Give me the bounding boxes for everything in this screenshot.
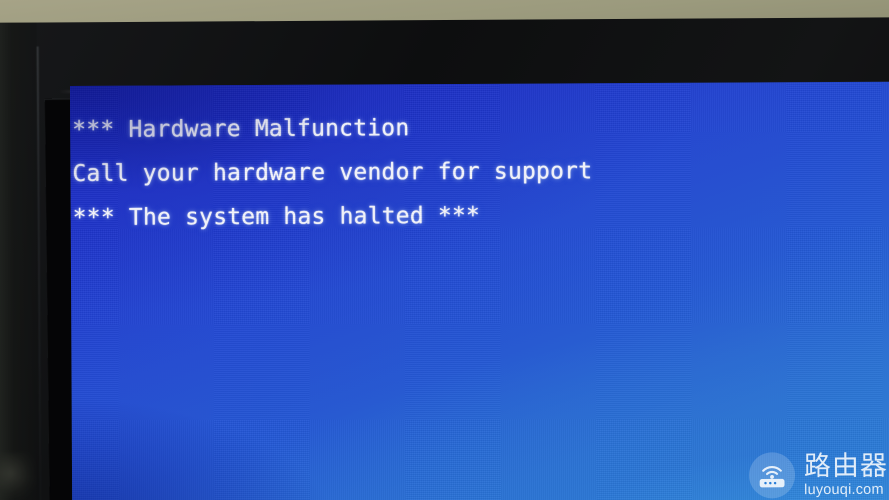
watermark-text: 路由器 luyouqi.com xyxy=(803,450,889,498)
watermark-url: luyouqi.com xyxy=(804,481,884,498)
lcd-screen: *** Hardware Malfunction Call your hardw… xyxy=(70,81,889,500)
photo-of-monitor-screen: *** Hardware Malfunction Call your hardw… xyxy=(0,0,889,500)
bezel-left-shading xyxy=(0,22,40,500)
bezel-scuff-mark xyxy=(0,452,36,499)
site-watermark: 路由器 luyouqi.com xyxy=(748,450,889,499)
router-wifi-icon xyxy=(748,452,796,499)
bsod-line-call-vendor: Call your hardware vendor for support xyxy=(72,158,593,187)
bsod-line-system-halted: *** The system has halted *** xyxy=(72,202,481,231)
watermark-brand-cn: 路由器 xyxy=(803,450,889,482)
bsod-console-text: *** Hardware Malfunction Call your hardw… xyxy=(70,83,593,240)
bsod-line-hardware-malfunction: *** Hardware Malfunction xyxy=(72,115,410,143)
